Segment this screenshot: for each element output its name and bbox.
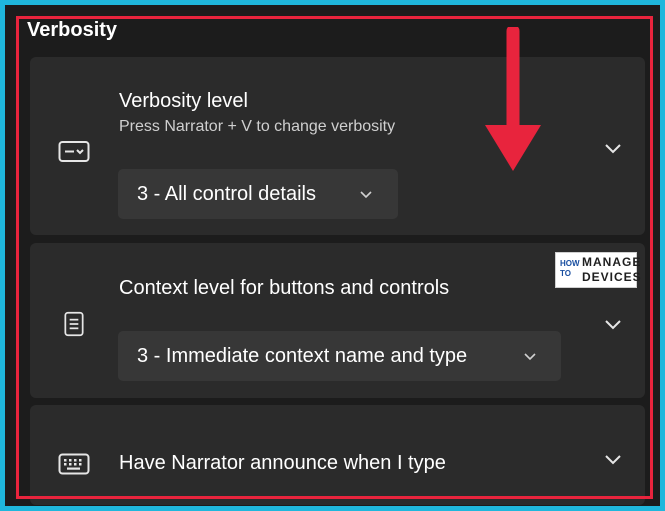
context-level-dropdown[interactable]: 3 - Immediate context name and type — [118, 331, 561, 381]
document-icon — [64, 311, 84, 337]
verbosity-level-dropdown[interactable]: 3 - All control details — [118, 169, 398, 219]
verbosity-icon — [58, 141, 90, 162]
typing-announce-card[interactable]: Have Narrator announce when I type — [30, 405, 645, 505]
typing-announce-title: Have Narrator announce when I type — [119, 452, 446, 474]
context-level-card[interactable]: Context level for buttons and controls 3… — [30, 243, 645, 398]
how-to-manage-devices-logo: HOW TO MANAGE DEVICES — [555, 252, 641, 288]
annotation-arrow-icon — [485, 27, 541, 171]
verbosity-level-selected: 3 - All control details — [137, 182, 316, 205]
chevron-down-icon — [524, 353, 536, 361]
verbosity-level-subtitle: Press Narrator + V to change verbosity — [119, 118, 396, 135]
chevron-down-icon — [360, 191, 372, 199]
context-level-selected: 3 - Immediate context name and type — [137, 344, 468, 367]
context-level-title: Context level for buttons and controls — [119, 277, 450, 299]
expand-chevron-icon[interactable] — [603, 452, 623, 466]
settings-window: Verbosity Verbosity level Press Narrator… — [5, 5, 660, 506]
verbosity-level-title: Verbosity level — [119, 90, 248, 112]
expand-chevron-icon[interactable] — [603, 141, 623, 155]
expand-chevron-icon[interactable] — [603, 317, 623, 331]
section-title: Verbosity — [27, 19, 118, 41]
verbosity-level-card[interactable]: Verbosity level Press Narrator + V to ch… — [30, 57, 645, 235]
keyboard-icon — [58, 453, 90, 475]
